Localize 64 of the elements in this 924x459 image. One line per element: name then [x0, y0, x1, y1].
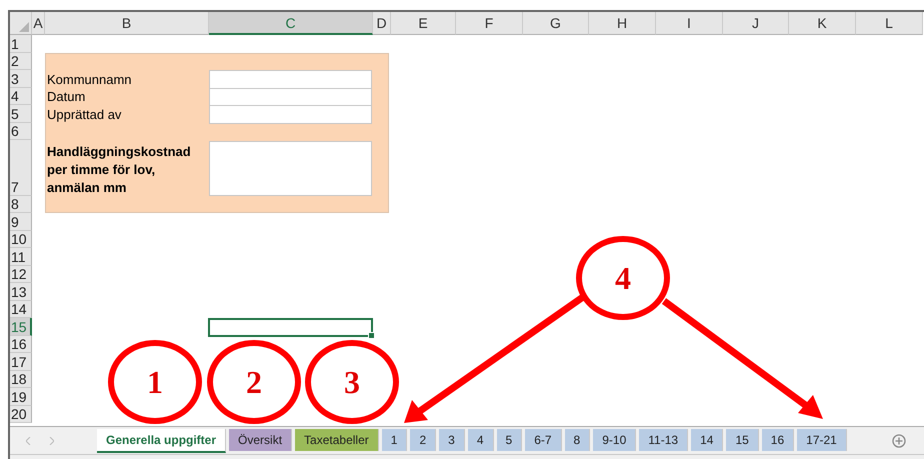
input-field[interactable]	[209, 70, 372, 88]
row-header[interactable]: 2	[10, 52, 32, 70]
sheet-tab[interactable]: Översikt	[229, 429, 292, 451]
selected-cell[interactable]	[208, 318, 373, 336]
row-header[interactable]: 10	[10, 230, 32, 248]
column-header[interactable]: B	[45, 12, 209, 35]
callout-circle: 3	[305, 340, 399, 424]
add-sheet-icon[interactable]	[892, 434, 906, 448]
row-header[interactable]: 1	[10, 35, 32, 52]
column-header[interactable]: F	[456, 12, 523, 35]
row-header[interactable]: 9	[10, 213, 32, 230]
sheet-tab[interactable]: 6-7	[525, 429, 562, 451]
sheet-tab[interactable]: Generella uppgifter	[97, 429, 226, 453]
field-label: Kommunnamn	[46, 70, 133, 88]
scroll-right-icon[interactable]	[49, 436, 54, 444]
column-header[interactable]: C	[209, 12, 373, 35]
row-header[interactable]: 7	[10, 140, 32, 196]
column-header[interactable]: G	[523, 12, 589, 35]
column-header[interactable]: H	[589, 12, 656, 35]
sheet-tab[interactable]: 3	[439, 429, 465, 451]
row-header[interactable]: 8	[10, 196, 32, 213]
column-header[interactable]: D	[373, 12, 391, 35]
row-header[interactable]: 14	[10, 300, 32, 318]
callout-circle: 4	[576, 236, 670, 320]
column-header[interactable]: K	[789, 12, 856, 35]
field-label: Datum	[46, 88, 86, 105]
input-field[interactable]	[209, 105, 372, 124]
sheet-tab[interactable]: 4	[468, 429, 494, 451]
row-header[interactable]: 12	[10, 266, 32, 283]
sheet-tab[interactable]: 2	[410, 429, 436, 451]
sheet-tab[interactable]: 16	[762, 429, 794, 451]
row-header[interactable]: 4	[10, 88, 32, 105]
row-header[interactable]: 19	[10, 388, 32, 406]
row-header[interactable]: 13	[10, 283, 32, 300]
row-header[interactable]: 18	[10, 370, 32, 388]
sheet-tab[interactable]: 9-10	[593, 429, 636, 451]
sheet-tab[interactable]: 1	[382, 429, 408, 451]
sheet-tab[interactable]: 11-13	[639, 429, 688, 451]
row-header[interactable]: 11	[10, 248, 32, 266]
sheet-tab[interactable]: 14	[691, 429, 724, 451]
sheet-tab[interactable]: Taxetabeller	[295, 429, 379, 451]
row-header[interactable]: 16	[10, 336, 32, 353]
sheet-tab[interactable]: 8	[564, 429, 590, 451]
column-header[interactable]: E	[391, 12, 456, 35]
column-header[interactable]: L	[856, 12, 923, 35]
scroll-left-icon[interactable]	[26, 436, 31, 444]
select-all-icon[interactable]	[19, 22, 29, 32]
sheet-tab[interactable]: 17-21	[797, 429, 847, 451]
row-header[interactable]: 5	[10, 105, 32, 122]
row-header[interactable]: 20	[10, 406, 32, 423]
sheet-tab[interactable]: 5	[496, 429, 522, 451]
row-header[interactable]: 3	[10, 70, 32, 88]
column-header[interactable]: A	[32, 12, 45, 35]
row-header[interactable]: 6	[10, 122, 32, 140]
input-field[interactable]	[209, 141, 372, 196]
field-label: Upprättad av	[46, 106, 122, 122]
column-header[interactable]: J	[723, 12, 789, 35]
callout-circle: 1	[108, 340, 202, 424]
field-label: Handläggningskostnad per timme för lov, anmälan mm	[46, 143, 192, 197]
column-header[interactable]: I	[656, 12, 723, 35]
row-header[interactable]: 15	[10, 318, 32, 336]
row-header[interactable]: 17	[10, 353, 32, 370]
sheet-tab[interactable]: 15	[726, 429, 759, 451]
callout-circle: 2	[207, 340, 301, 424]
